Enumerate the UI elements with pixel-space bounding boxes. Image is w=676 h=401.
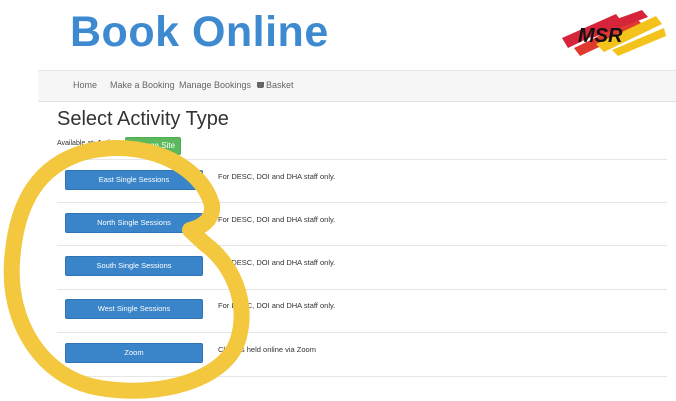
activity-description: For DESC, DOI and DHA staff only.: [218, 301, 336, 310]
site-title: Book Online: [70, 8, 329, 56]
activity-button-west[interactable]: West Single Sessions: [65, 299, 203, 319]
nav-basket-label: Basket: [266, 80, 294, 90]
highlight-circle-annotation: [3, 140, 250, 399]
activity-button-south[interactable]: South Single Sessions: [65, 256, 203, 276]
activity-button-east[interactable]: East Single Sessions: [65, 170, 203, 190]
svg-text:MSR: MSR: [578, 25, 623, 47]
msr-logo: MSR: [562, 10, 666, 56]
divider: [57, 245, 667, 246]
divider: [57, 159, 667, 160]
basket-icon: [257, 82, 264, 88]
activity-description: Classes held online via Zoom: [218, 345, 316, 354]
available-label: Available at:: [57, 140, 96, 147]
nav-manage-bookings[interactable]: Manage Bookings: [179, 80, 251, 90]
activity-button-zoom[interactable]: Zoom: [65, 343, 203, 363]
change-site-button[interactable]: Change Site: [125, 137, 181, 155]
nav-make-booking[interactable]: Make a Booking: [110, 80, 175, 90]
available-site: Activ8: [96, 140, 118, 147]
activity-description: For DESC, DOI and DHA staff only.: [218, 258, 336, 267]
divider: [57, 202, 667, 203]
activity-button-north[interactable]: North Single Sessions: [65, 213, 203, 233]
page-title: Select Activity Type: [57, 108, 229, 130]
available-at: Available at: Activ8: [57, 140, 118, 147]
activity-description: For DESC, DOI and DHA staff only.: [218, 172, 336, 181]
divider: [57, 289, 667, 290]
divider: [57, 376, 667, 377]
divider: [57, 332, 667, 333]
nav-basket[interactable]: Basket: [257, 80, 294, 90]
main-navbar: Home Make a Booking Manage Bookings Bask…: [38, 70, 676, 102]
activity-description: For DESC, DOI and DHA staff only.: [218, 215, 336, 224]
nav-home[interactable]: Home: [73, 80, 97, 90]
